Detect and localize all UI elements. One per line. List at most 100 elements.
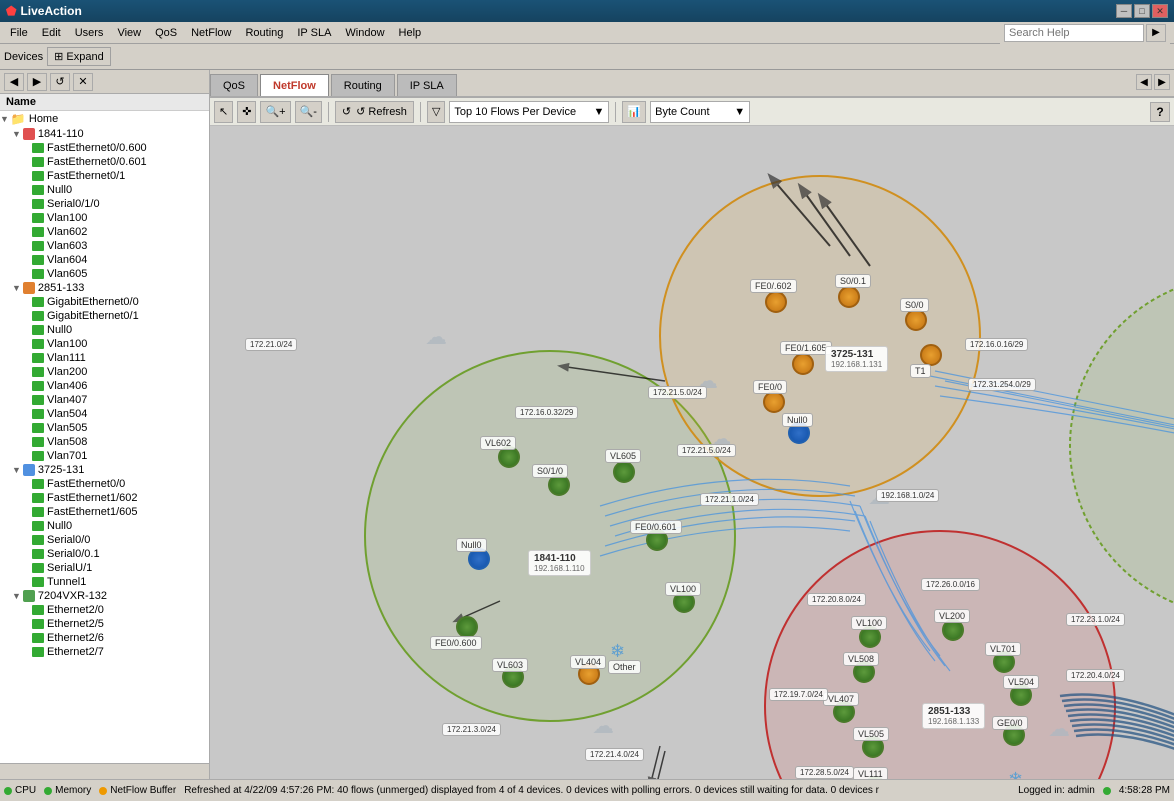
tree-item-2851-133[interactable]: ▼2851-133 [0,281,209,295]
interface-icon [32,241,44,251]
byte-count-dropdown[interactable]: Byte Count ▼ [650,101,750,123]
node-vl605[interactable] [613,461,635,483]
tree-item-label: Vlan100 [47,212,87,224]
tree-item-home[interactable]: ▼📁Home [0,111,209,127]
node-s0-0-1[interactable] [838,286,860,308]
menu-edit[interactable]: Edit [36,25,67,41]
refresh-button[interactable]: ↺ ↺ Refresh [335,101,414,123]
menu-file[interactable]: File [4,25,34,41]
menu-qos[interactable]: QoS [149,25,183,41]
tree-item-vlan407[interactable]: Vlan407 [0,393,209,407]
tree-item-eth2-7[interactable]: Ethernet2/7 [0,645,209,659]
node-other-1841[interactable]: ❄ [610,641,625,662]
interface-icon [32,493,44,503]
label-vl605: VL605 [605,449,641,463]
menu-view[interactable]: View [111,25,147,41]
tree-item-vlan406[interactable]: Vlan406 [0,379,209,393]
tree-item-gig0-1[interactable]: GigabitEthernet0/1 [0,309,209,323]
node-s0-0-3725[interactable] [905,309,927,331]
menu-window[interactable]: Window [339,25,390,41]
menu-help[interactable]: Help [393,25,428,41]
tree-item-vlan505[interactable]: Vlan505 [0,421,209,435]
tree-item-fe1-605[interactable]: FastEthernet1/605 [0,505,209,519]
tree-item-1841-110[interactable]: ▼1841-110 [0,127,209,141]
tree-item-fe0-0-3[interactable]: FastEthernet0/0 [0,477,209,491]
search-button[interactable]: ▶ [1146,24,1166,42]
minimize-button[interactable]: ─ [1116,4,1132,18]
tree-item-fe1-602[interactable]: FastEthernet1/602 [0,491,209,505]
node-ge0-3725[interactable] [920,344,942,366]
tree-item-eth2-0[interactable]: Ethernet2/0 [0,603,209,617]
search-input[interactable] [1004,24,1144,42]
sidebar-close-button[interactable]: ✕ [73,73,93,91]
tree-item-null0-2[interactable]: Null0 [0,323,209,337]
byte-count-icon-button[interactable]: 📊 [622,101,646,123]
tree-item-serial0-u1[interactable]: SerialU/1 [0,561,209,575]
tree-item-serial0-0-1[interactable]: Serial0/0.1 [0,547,209,561]
flows-dropdown[interactable]: Top 10 Flows Per Device ▼ [449,101,609,123]
tab-routing[interactable]: Routing [331,74,395,96]
tree-item-null0-1[interactable]: Null0 [0,183,209,197]
tab-qos[interactable]: QoS [210,74,258,96]
tree-item-vlan100-2[interactable]: Vlan100 [0,337,209,351]
tree-item-fe0-1[interactable]: FastEthernet0/1 [0,169,209,183]
tree-item-vlan504[interactable]: Vlan504 [0,407,209,421]
tree-item-fe0-601[interactable]: FastEthernet0/0.601 [0,155,209,169]
node-fe0-0-3725b[interactable] [763,391,785,413]
tree-item-serial0-0[interactable]: Serial0/0 [0,533,209,547]
menu-users[interactable]: Users [69,25,110,41]
tree-item-vlan701[interactable]: Vlan701 [0,449,209,463]
tree-item-vlan604[interactable]: Vlan604 [0,253,209,267]
zoom-out-button[interactable]: 🔍- [295,101,322,123]
network-view[interactable]: FE0/0.600 VL602 VL605 FE0/0.601 VL100 Nu… [210,126,1174,779]
tree-item-vlan602[interactable]: Vlan602 [0,225,209,239]
tree-item-tunnel1[interactable]: Tunnel1 [0,575,209,589]
close-button[interactable]: ✕ [1152,4,1168,18]
sidebar-back-button[interactable]: ◀ [4,73,24,91]
netflow-buffer-label: NetFlow Buffer [110,785,176,796]
tree-item-3725-131[interactable]: ▼3725-131 [0,463,209,477]
pan-tool-button[interactable]: ✜ [237,101,256,123]
tree-item-fe0-600[interactable]: FastEthernet0/0.600 [0,141,209,155]
menu-netflow[interactable]: NetFlow [185,25,237,41]
tree-item-vlan508[interactable]: Vlan508 [0,435,209,449]
label-vl404: VL404 [570,655,606,669]
sidebar-scrollbar[interactable] [0,763,209,779]
sidebar-forward-button[interactable]: ▶ [27,73,47,91]
zoom-in-button[interactable]: 🔍+ [260,101,290,123]
node-other-2851[interactable]: ❄ [1008,769,1023,779]
tab-prev-button[interactable]: ◀ [1136,74,1152,90]
cursor-tool-button[interactable]: ↖ [214,101,233,123]
tree-item-eth2-5[interactable]: Ethernet2/5 [0,617,209,631]
menu-ipsla[interactable]: IP SLA [291,25,337,41]
tree-item-gig0-0[interactable]: GigabitEthernet0/0 [0,295,209,309]
tab-ipsla[interactable]: IP SLA [397,74,457,96]
tree-container[interactable]: ▼📁Home▼1841-110FastEthernet0/0.600FastEt… [0,111,209,763]
filter-icon-button[interactable]: ▽ [427,101,445,123]
tree-item-eth2-6[interactable]: Ethernet2/6 [0,631,209,645]
node-fe0-600[interactable] [456,616,478,638]
ip-label-3: 172.21.5.0/24 [648,386,707,399]
maximize-button[interactable]: □ [1134,4,1150,18]
cloud-1: ☁ [425,324,447,350]
tab-next-button[interactable]: ▶ [1154,74,1170,90]
node-fe0-1605[interactable] [792,353,814,375]
menu-routing[interactable]: Routing [239,25,289,41]
tree-item-7204vxr-132[interactable]: ▼7204VXR-132 [0,589,209,603]
help-button[interactable]: ? [1150,102,1170,122]
tree-item-vlan603[interactable]: Vlan603 [0,239,209,253]
tree-item-serial0-1-0[interactable]: Serial0/1/0 [0,197,209,211]
tree-item-null0-3[interactable]: Null0 [0,519,209,533]
interface-icon [32,633,44,643]
interface-icon [32,395,44,405]
zoom-in-icon: 🔍+ [265,105,285,118]
tree-item-vlan111[interactable]: Vlan111 [0,351,209,365]
tab-netflow[interactable]: NetFlow [260,74,329,96]
node-fe0-0-3725[interactable] [765,291,787,313]
tree-item-vlan200[interactable]: Vlan200 [0,365,209,379]
sidebar-refresh-button[interactable]: ↺ [50,73,70,91]
tree-item-vlan100-1[interactable]: Vlan100 [0,211,209,225]
cloud-5: ☁ [592,713,614,739]
expand-button[interactable]: ⊞ Expand [47,47,111,66]
tree-item-vlan605[interactable]: Vlan605 [0,267,209,281]
